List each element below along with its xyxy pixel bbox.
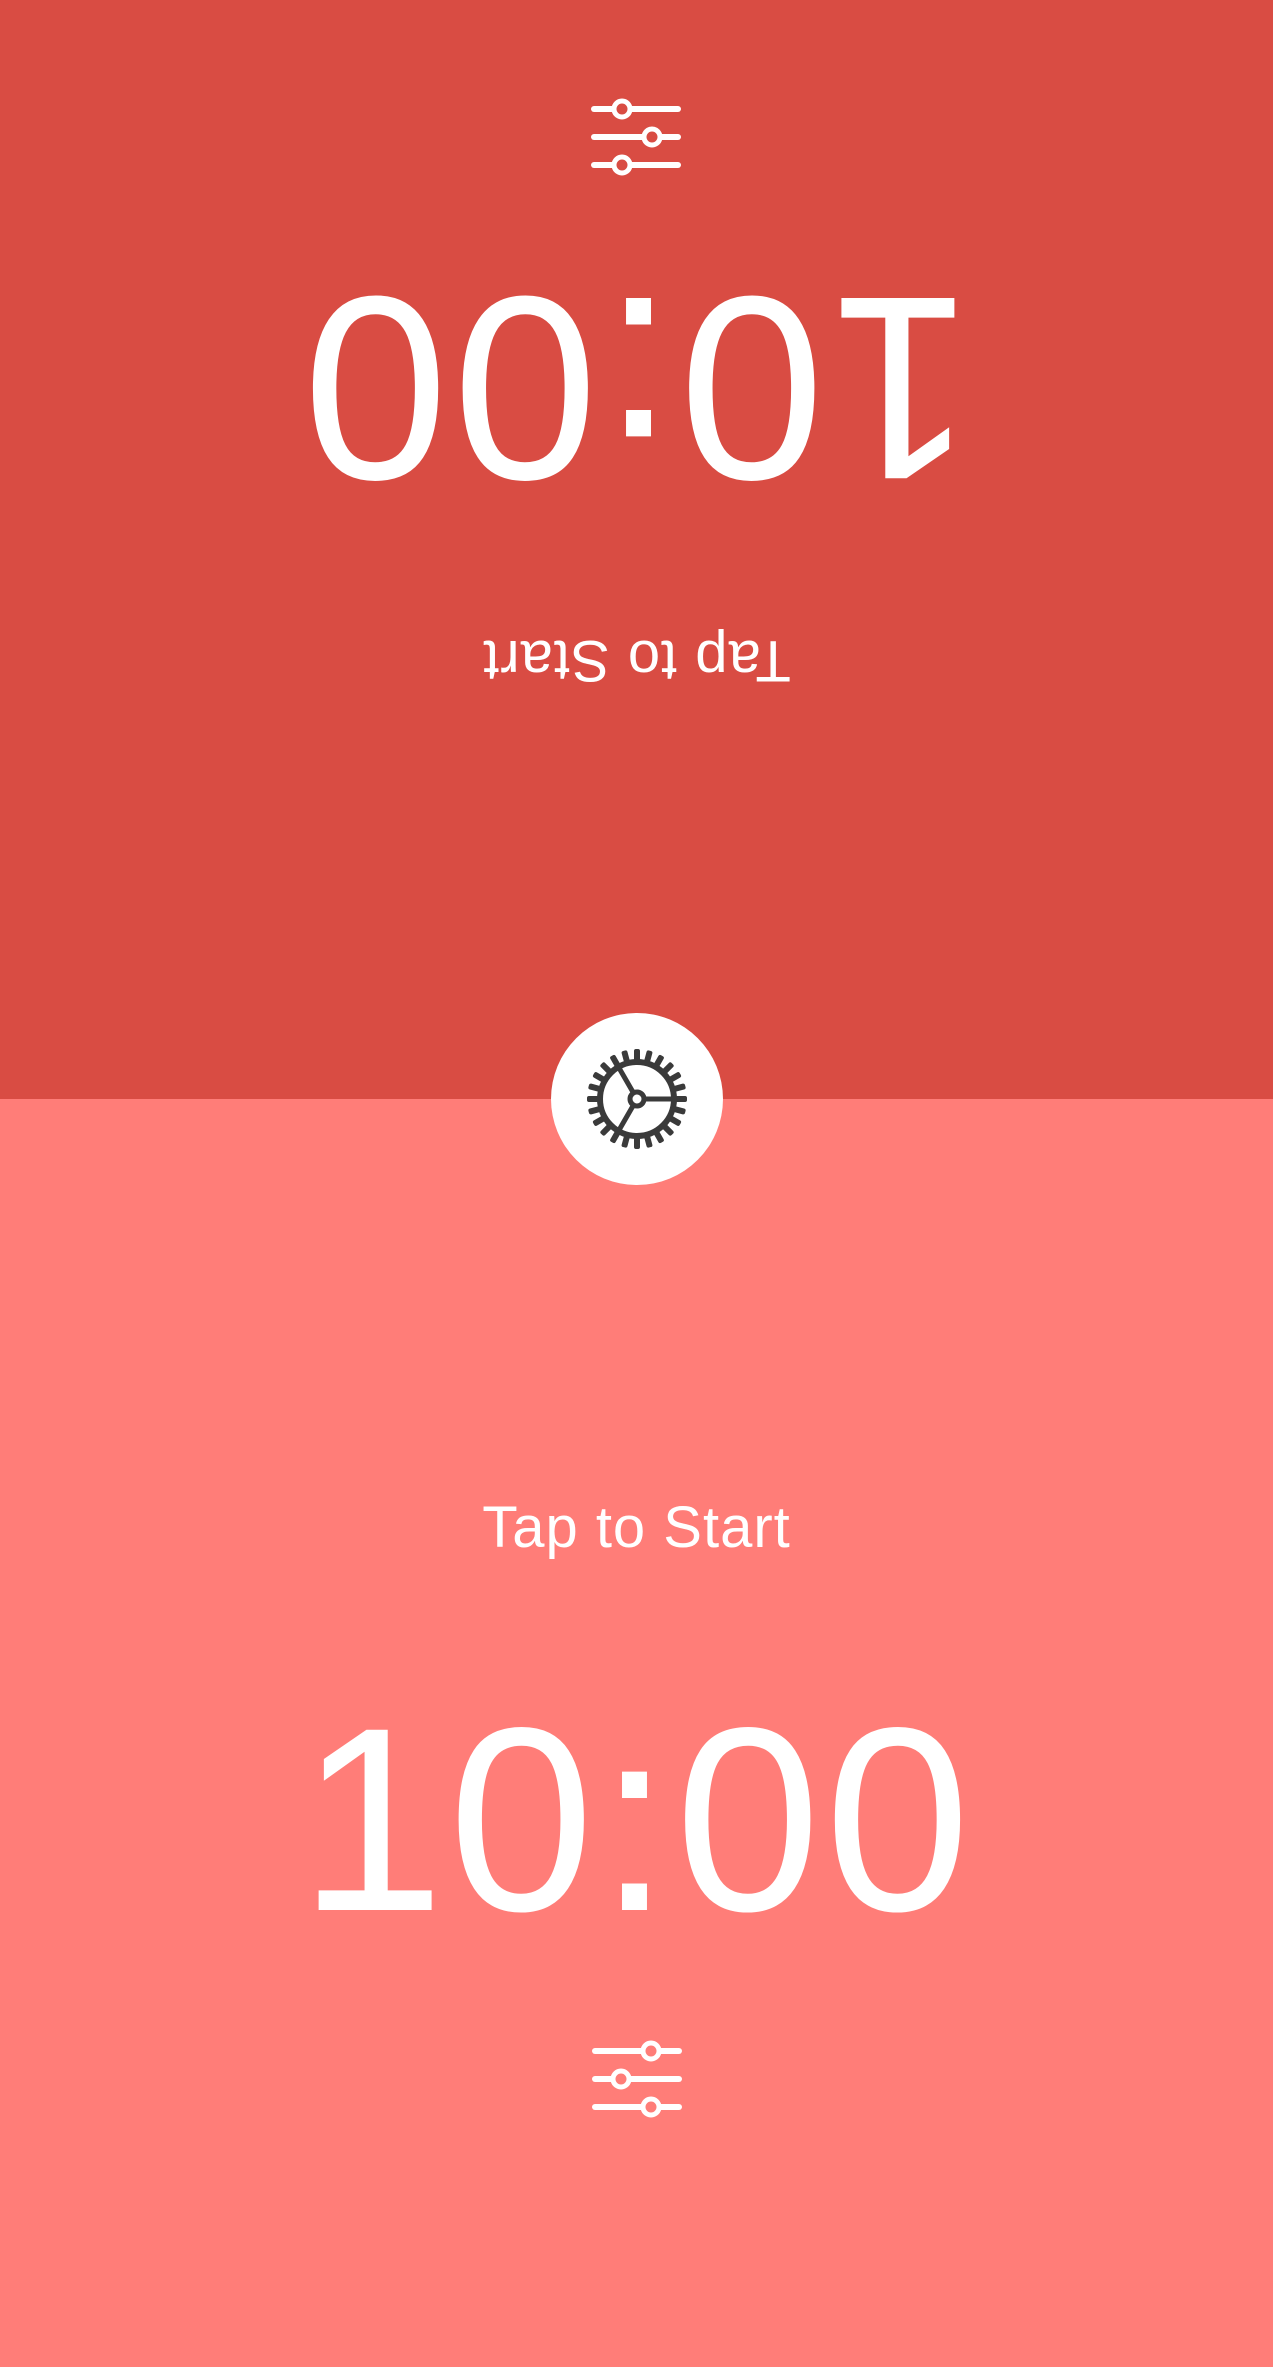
bottom-player-clock[interactable]: Tap to Start 10:00 bbox=[0, 1099, 1273, 2367]
top-player-clock[interactable]: Tap to Start 10:00 bbox=[0, 0, 1273, 1099]
sliders-icon bbox=[591, 98, 681, 176]
sliders-icon bbox=[592, 2040, 682, 2118]
bottom-player-time: 10:00 bbox=[298, 1673, 975, 1966]
chess-clock-app: Tap to Start 10:00 Tap to Start 10:00 bbox=[0, 0, 1273, 2367]
top-player-prompt: Tap to Start bbox=[482, 628, 791, 693]
bottom-player-adjust-button[interactable] bbox=[591, 2037, 683, 2121]
top-player-adjust-button[interactable] bbox=[590, 95, 682, 179]
settings-button[interactable] bbox=[551, 1013, 723, 1185]
gear-icon bbox=[587, 1049, 687, 1149]
bottom-player-prompt: Tap to Start bbox=[482, 1495, 791, 1560]
top-player-time: 10:00 bbox=[298, 242, 975, 535]
